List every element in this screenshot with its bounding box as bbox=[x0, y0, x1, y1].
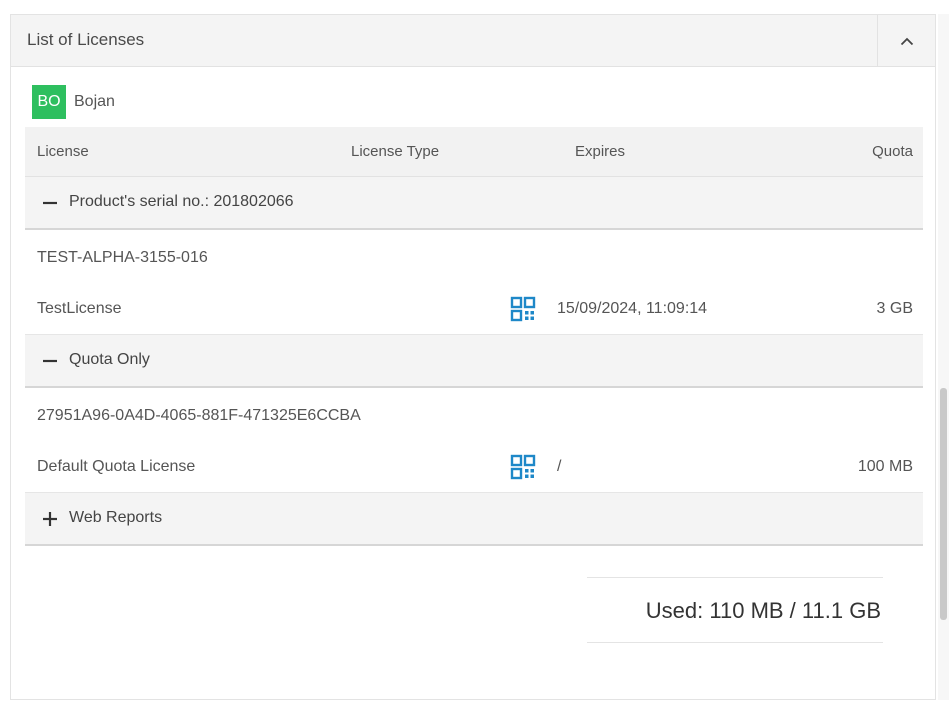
licenses-panel: List of Licenses BO Bojan License Licens… bbox=[10, 14, 936, 700]
group-row-serial[interactable]: Product's serial no.: 201802066 bbox=[25, 177, 923, 230]
avatar: BO bbox=[32, 85, 66, 119]
column-quota: Quota bbox=[872, 143, 913, 160]
collapse-button[interactable] bbox=[877, 15, 935, 67]
qr-code-icon[interactable] bbox=[510, 454, 536, 480]
scrollbar[interactable] bbox=[938, 14, 949, 700]
column-expires: Expires bbox=[575, 143, 626, 160]
chevron-up-icon bbox=[900, 37, 913, 45]
license-key: 27951A96-0A4D-4065-881F-471325E6CCBA bbox=[37, 407, 361, 424]
scrollbar-thumb[interactable] bbox=[940, 388, 947, 620]
panel-title: List of Licenses bbox=[27, 30, 145, 49]
plus-icon[interactable] bbox=[41, 510, 59, 528]
license-table: License License Type Expires Quota Produ… bbox=[25, 127, 923, 546]
license-quota: 100 MB bbox=[857, 458, 913, 475]
license-key: TEST-ALPHA-3155-016 bbox=[37, 249, 208, 266]
column-license: License bbox=[37, 143, 89, 160]
license-expires: / bbox=[557, 458, 562, 475]
license-name: TestLicense bbox=[37, 300, 122, 317]
group-label: Web Reports bbox=[69, 509, 163, 526]
usage-text: Used: 110 MB / 11.1 GB bbox=[645, 598, 881, 623]
user-row: BO Bojan bbox=[32, 85, 115, 119]
panel-header[interactable]: List of Licenses bbox=[11, 15, 935, 67]
license-name: Default Quota License bbox=[37, 458, 196, 475]
table-header: License License Type Expires Quota bbox=[25, 127, 923, 177]
license-quota: 3 GB bbox=[876, 300, 913, 317]
column-license-type: License Type bbox=[351, 143, 440, 160]
license-row: 27951A96-0A4D-4065-881F-471325E6CCBA Def… bbox=[25, 388, 923, 493]
group-row-web-reports[interactable]: Web Reports bbox=[25, 493, 923, 546]
user-name: Bojan bbox=[74, 93, 115, 110]
license-expires: 15/09/2024, 11:09:14 bbox=[557, 300, 708, 317]
group-label: Quota Only bbox=[69, 351, 150, 368]
minus-icon[interactable] bbox=[41, 352, 59, 370]
minus-icon[interactable] bbox=[41, 194, 59, 212]
group-row-quota-only[interactable]: Quota Only bbox=[25, 335, 923, 388]
qr-code-icon[interactable] bbox=[510, 296, 536, 322]
license-row: TEST-ALPHA-3155-016 TestLicense 15/09/20… bbox=[25, 230, 923, 335]
usage-summary: Used: 110 MB / 11.1 GB bbox=[587, 577, 883, 643]
group-label: Product's serial no.: 201802066 bbox=[69, 193, 294, 210]
